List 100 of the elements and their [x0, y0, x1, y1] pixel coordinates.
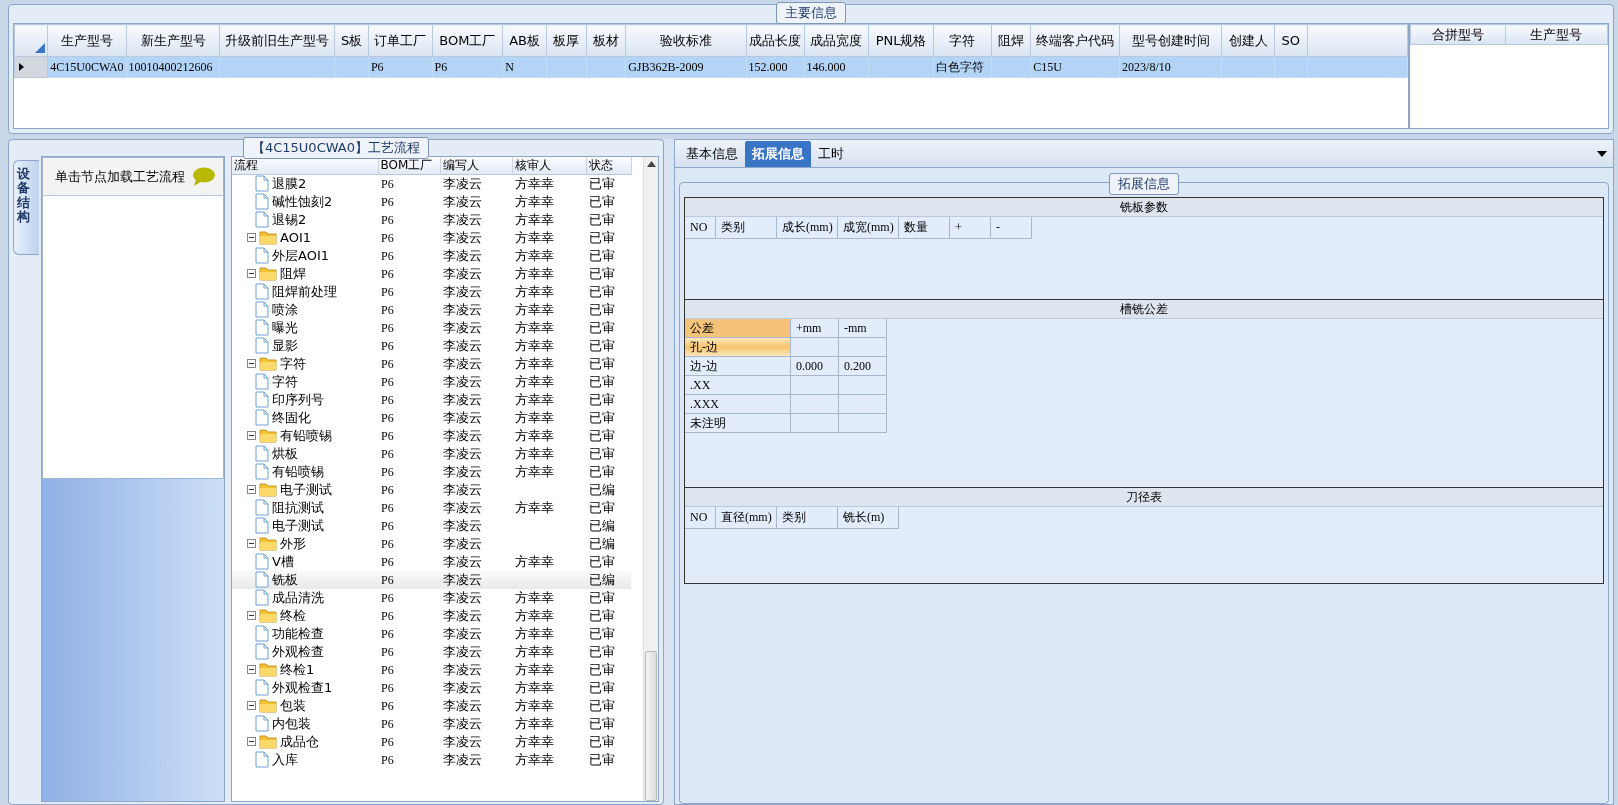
column-header[interactable]: 合拼型号 — [1410, 24, 1506, 45]
tree-node[interactable]: 入库 — [272, 751, 298, 768]
row-header[interactable]: .XX — [685, 376, 791, 395]
column-header[interactable]: + — [950, 217, 991, 239]
tree-node[interactable]: 内包装 — [272, 715, 311, 732]
row-header[interactable] — [14, 56, 48, 78]
row-header[interactable]: .XXX — [685, 395, 791, 414]
column-header[interactable]: NO — [685, 217, 716, 239]
scroll-thumb[interactable] — [645, 651, 657, 801]
tree-node[interactable]: 铣板 — [272, 571, 298, 588]
tree-node[interactable]: 阻焊前处理 — [272, 283, 337, 300]
tree-node[interactable]: 喷涂 — [272, 301, 298, 318]
tree-node[interactable]: 字符 — [272, 373, 298, 390]
column-header[interactable]: PNL规格 — [868, 24, 934, 57]
column-header[interactable]: AB板 — [502, 24, 547, 57]
tree-node[interactable]: 电子测试 — [280, 481, 332, 498]
column-header[interactable]: 阻焊 — [991, 24, 1031, 57]
scrollbar[interactable] — [643, 157, 658, 801]
tree-node[interactable]: 印序列号 — [272, 391, 324, 408]
column-header[interactable]: 板厚 — [546, 24, 587, 57]
tree-node[interactable]: 烘板 — [272, 445, 298, 462]
tree-node[interactable]: 曝光 — [272, 319, 298, 336]
collapse-icon[interactable] — [247, 701, 256, 710]
collapse-icon[interactable] — [247, 665, 256, 674]
collapse-icon[interactable] — [247, 233, 256, 242]
tree-node[interactable]: 外形 — [280, 535, 306, 552]
tree-node[interactable]: 终固化 — [272, 409, 311, 426]
tree-node[interactable]: 包装 — [280, 697, 306, 714]
column-header[interactable]: 字符 — [933, 24, 992, 57]
tree-node[interactable]: 成品仓 — [280, 733, 319, 750]
tree-node[interactable]: V槽 — [272, 553, 294, 570]
column-header[interactable]: 成宽(mm) — [838, 217, 899, 239]
column-header[interactable]: SO — [1274, 24, 1308, 57]
side-tab[interactable]: 设备结构 — [13, 160, 39, 256]
column-header[interactable]: 成长(mm) — [777, 217, 838, 239]
table-cell: P6 — [381, 626, 394, 641]
column-header[interactable]: 类别 — [716, 217, 777, 239]
collapse-icon[interactable] — [247, 485, 256, 494]
tab[interactable]: 拓展信息 — [745, 141, 811, 167]
tree-node[interactable]: 功能检查 — [272, 625, 324, 642]
scroll-up-icon[interactable] — [646, 161, 656, 167]
tree-node[interactable]: 外层AOI1 — [272, 247, 329, 264]
column-header[interactable]: NO — [685, 507, 716, 529]
tree-node[interactable]: 外观检查1 — [272, 679, 333, 696]
column-header[interactable]: 终端客户代码 — [1030, 24, 1120, 57]
tab[interactable]: 基本信息 — [679, 141, 745, 167]
column-header[interactable]: 板材 — [586, 24, 626, 57]
row-header[interactable]: 未注明 — [685, 414, 791, 433]
column-header[interactable]: 成品宽度 — [804, 24, 869, 57]
column-header[interactable]: 数量 — [899, 217, 950, 239]
column-header[interactable]: 生产型号 — [1505, 24, 1608, 45]
tree-node[interactable]: 退膜2 — [272, 175, 307, 192]
tree-node[interactable]: 成品清洗 — [272, 589, 324, 606]
column-header[interactable]: 类别 — [777, 507, 838, 529]
column-header[interactable]: BOM工厂 — [432, 24, 503, 57]
tree-node[interactable]: 退锡2 — [272, 211, 307, 228]
column-header[interactable]: 型号创建时间 — [1119, 24, 1222, 57]
table-cell: P6 — [381, 482, 394, 497]
tree-node[interactable]: 阻抗测试 — [272, 499, 324, 516]
tree-node[interactable]: 显影 — [272, 337, 298, 354]
column-header[interactable]: +mm — [791, 319, 839, 338]
column-header[interactable]: 公差 — [685, 319, 791, 338]
column-header[interactable]: 生产型号 — [47, 24, 127, 57]
column-header[interactable]: 流程 — [232, 157, 378, 175]
list-item[interactable]: 单击节点加载工艺流程 — [43, 158, 223, 196]
collapse-icon[interactable] — [247, 431, 256, 440]
row-header[interactable]: 孔-边 — [685, 338, 791, 357]
row-header[interactable]: 边-边 — [685, 357, 791, 376]
collapse-icon[interactable] — [247, 539, 256, 548]
tree-node[interactable]: 阻焊 — [280, 265, 306, 282]
tree-node[interactable]: AOI1 — [280, 229, 311, 246]
tab[interactable]: 工时 — [811, 141, 851, 167]
column-header[interactable]: 成品长度 — [746, 24, 805, 57]
column-header[interactable]: 铣长(m) — [838, 507, 899, 529]
tree-node[interactable]: 有铅喷锡 — [272, 463, 324, 480]
column-header[interactable]: 状态 — [586, 157, 631, 175]
collapse-icon[interactable] — [247, 359, 256, 368]
column-header[interactable]: - — [991, 217, 1032, 239]
column-header[interactable]: -mm — [839, 319, 887, 338]
column-header[interactable]: 升级前旧生产型号 — [219, 24, 335, 57]
column-header[interactable]: 核审人 — [512, 157, 586, 175]
tree-node[interactable]: 终检 — [280, 607, 306, 624]
tree-node[interactable]: 字符 — [280, 355, 306, 372]
column-header[interactable]: S板 — [334, 24, 369, 57]
column-header[interactable]: 创建人 — [1221, 24, 1275, 57]
tree-node[interactable]: 外观检查 — [272, 643, 324, 660]
collapse-icon[interactable] — [247, 269, 256, 278]
column-header[interactable]: 直径(mm) — [716, 507, 777, 529]
tree-node[interactable]: 有铅喷锡 — [280, 427, 332, 444]
column-header[interactable]: 订单工厂 — [368, 24, 433, 57]
tree-node[interactable]: 电子测试 — [272, 517, 324, 534]
column-header[interactable]: 新生产型号 — [126, 24, 220, 57]
collapse-icon[interactable] — [247, 737, 256, 746]
dropdown-icon[interactable] — [1597, 151, 1607, 157]
collapse-icon[interactable] — [247, 611, 256, 620]
tree-node[interactable]: 碱性蚀刻2 — [272, 193, 333, 210]
column-header[interactable]: 验收标准 — [625, 24, 747, 57]
table-cell: 已审 — [589, 301, 615, 317]
column-header[interactable]: 编写人 — [440, 157, 512, 175]
tree-node[interactable]: 终检1 — [280, 661, 315, 678]
